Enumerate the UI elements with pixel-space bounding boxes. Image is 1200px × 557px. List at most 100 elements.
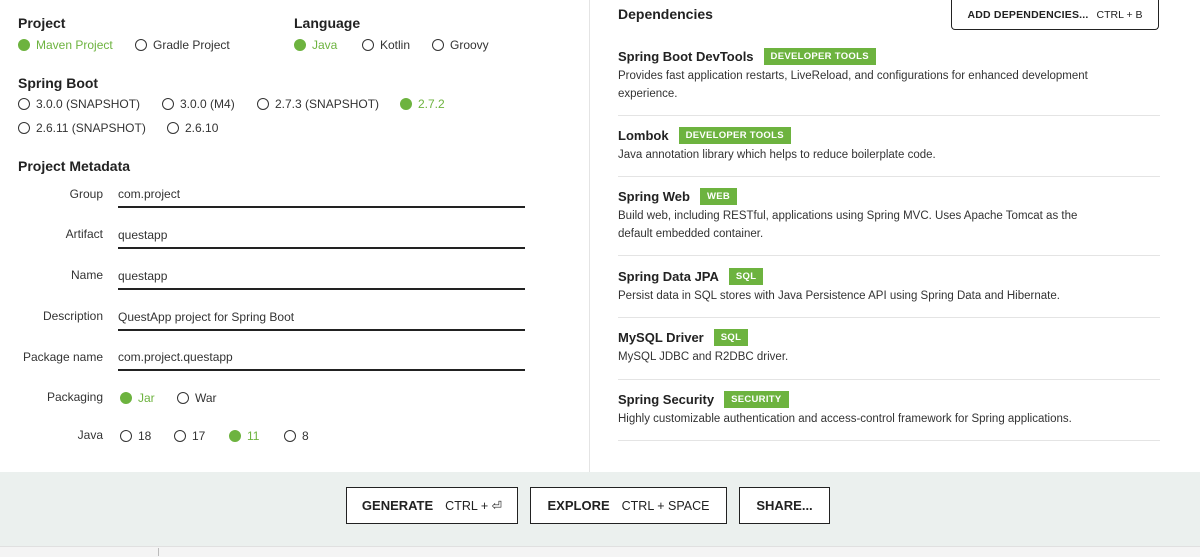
radio-label: 2.7.3 (SNAPSHOT) <box>275 97 380 111</box>
share-button[interactable]: SHARE... <box>739 487 830 524</box>
artifact-input[interactable]: questapp <box>118 223 525 249</box>
radio-empty-icon <box>135 39 147 51</box>
name-input[interactable]: questapp <box>118 264 525 290</box>
dependency-description: Highly customizable authentication and a… <box>618 413 1072 425</box>
package-name-label: Package name <box>22 350 103 364</box>
dependency-item[interactable]: Spring Boot DevTools DEVELOPER TOOLS Prov… <box>618 48 1160 116</box>
dependency-description: Java annotation library which helps to r… <box>618 149 936 161</box>
package-name-input[interactable]: com.project.questapp <box>118 345 525 371</box>
radio-boot-2-6-11-snapshot[interactable]: 2.6.11 (SNAPSHOT) <box>18 121 146 135</box>
dependency-name: Spring Web <box>618 189 690 204</box>
dependency-name: MySQL Driver <box>618 330 704 345</box>
bottom-scroll-strip <box>0 546 1200 557</box>
packaging-label: Packaging <box>46 390 103 404</box>
explore-button[interactable]: EXPLORE CTRL + SPACE <box>530 487 727 524</box>
radio-label: 2.6.10 <box>185 121 219 135</box>
radio-boot-2-7-2[interactable]: 2.7.2 <box>400 97 445 111</box>
description-input[interactable]: QuestApp project for Spring Boot <box>118 305 525 331</box>
radio-label: 3.0.0 (M4) <box>180 97 235 111</box>
add-dependencies-button[interactable]: ADD DEPENDENCIES... CTRL + B <box>951 0 1159 30</box>
bottom-strip-divider <box>158 548 159 556</box>
radio-label: Groovy <box>450 38 489 52</box>
radio-java-8[interactable]: 8 <box>284 429 309 443</box>
radio-label: War <box>195 391 217 405</box>
column-divider <box>589 0 590 472</box>
radio-gradle-project[interactable]: Gradle Project <box>135 38 230 52</box>
radio-empty-icon <box>162 98 174 110</box>
radio-java[interactable]: Java <box>294 38 337 52</box>
dependency-badge: DEVELOPER TOOLS <box>678 127 791 144</box>
dependencies-title: Dependencies <box>618 6 713 22</box>
radio-jar[interactable]: Jar <box>120 391 155 405</box>
project-title: Project <box>18 15 66 31</box>
dependency-description: MySQL JDBC and R2DBC driver. <box>618 351 789 363</box>
radio-label: 2.7.2 <box>418 97 445 111</box>
radio-selected-icon <box>18 39 30 51</box>
radio-label: 8 <box>302 429 309 443</box>
dependency-badge: SECURITY <box>724 391 789 408</box>
radio-boot-2-6-10[interactable]: 2.6.10 <box>167 121 218 135</box>
radio-empty-icon <box>257 98 269 110</box>
dependency-name: Spring Boot DevTools <box>618 49 754 64</box>
radio-kotlin[interactable]: Kotlin <box>362 38 410 52</box>
dependency-description: Persist data in SQL stores with Java Per… <box>618 290 1060 302</box>
radio-selected-icon <box>120 392 132 404</box>
radio-empty-icon <box>177 392 189 404</box>
dependency-name: Spring Security <box>618 392 715 407</box>
dependency-name: Spring Data JPA <box>618 269 719 284</box>
radio-maven-project[interactable]: Maven Project <box>18 38 113 52</box>
artifact-label: Artifact <box>65 227 103 241</box>
description-label: Description <box>42 309 103 323</box>
dependency-item[interactable]: Spring Security SECURITY Highly customiza… <box>618 391 1160 441</box>
dependency-badge: DEVELOPER TOOLS <box>763 48 876 65</box>
dependency-item[interactable]: MySQL Driver SQL MySQL JDBC and R2DBC dri… <box>618 329 1160 380</box>
radio-boot-3-0-0-snapshot[interactable]: 3.0.0 (SNAPSHOT) <box>18 97 140 111</box>
radio-groovy[interactable]: Groovy <box>432 38 489 52</box>
radio-label: Jar <box>138 391 155 405</box>
radio-label: Kotlin <box>380 38 411 52</box>
radio-empty-icon <box>18 122 30 134</box>
generate-button[interactable]: GENERATE CTRL + ⏎ <box>346 487 518 524</box>
radio-label: 2.6.11 (SNAPSHOT) <box>36 121 146 135</box>
radio-empty-icon <box>174 430 186 442</box>
share-label: SHARE... <box>756 498 813 513</box>
radio-empty-icon <box>362 39 374 51</box>
dependency-item[interactable]: Spring Data JPA SQL Persist data in SQL s… <box>618 268 1160 318</box>
radio-war[interactable]: War <box>177 391 217 405</box>
radio-java-18[interactable]: 18 <box>120 429 151 443</box>
language-title: Language <box>294 15 361 31</box>
radio-empty-icon <box>18 98 30 110</box>
explore-shortcut: CTRL + SPACE <box>621 498 710 513</box>
dependency-badge: WEB <box>699 188 738 205</box>
radio-java-17[interactable]: 17 <box>174 429 205 443</box>
group-input[interactable]: com.project <box>118 182 525 208</box>
radio-selected-icon <box>229 430 241 442</box>
radio-empty-icon <box>432 39 444 51</box>
radio-label: 11 <box>247 429 260 443</box>
group-value: com.project <box>118 187 181 201</box>
radio-boot-2-7-3-snapshot[interactable]: 2.7.3 (SNAPSHOT) <box>257 97 379 111</box>
radio-boot-3-0-0-m4[interactable]: 3.0.0 (M4) <box>162 97 235 111</box>
dependency-description: Build web, including RESTful, applicatio… <box>618 210 1078 240</box>
radio-empty-icon <box>120 430 132 442</box>
radio-label: 18 <box>138 429 152 443</box>
add-dependencies-label: ADD DEPENDENCIES... <box>967 8 1089 21</box>
name-label: Name <box>70 268 103 282</box>
dependency-badge: SQL <box>728 268 764 285</box>
artifact-value: questapp <box>118 228 168 242</box>
package-name-value: com.project.questapp <box>118 350 233 364</box>
dependency-item[interactable]: Lombok DEVELOPER TOOLS Java annotation li… <box>618 127 1160 177</box>
radio-java-11[interactable]: 11 <box>229 429 259 443</box>
java-label: Java <box>77 428 103 442</box>
radio-selected-icon <box>400 98 412 110</box>
dependency-badge: SQL <box>713 329 749 346</box>
dependency-item[interactable]: Spring Web WEB Build web, including RESTf… <box>618 188 1160 256</box>
radio-empty-icon <box>284 430 296 442</box>
project-metadata-title: Project Metadata <box>18 158 131 174</box>
add-dependencies-shortcut: CTRL + B <box>1096 8 1143 21</box>
dependency-description: Provides fast application restarts, Live… <box>618 70 1088 100</box>
description-value: QuestApp project for Spring Boot <box>118 310 295 324</box>
dependency-name: Lombok <box>618 128 669 143</box>
radio-empty-icon <box>167 122 179 134</box>
radio-label: Gradle Project <box>153 38 230 52</box>
